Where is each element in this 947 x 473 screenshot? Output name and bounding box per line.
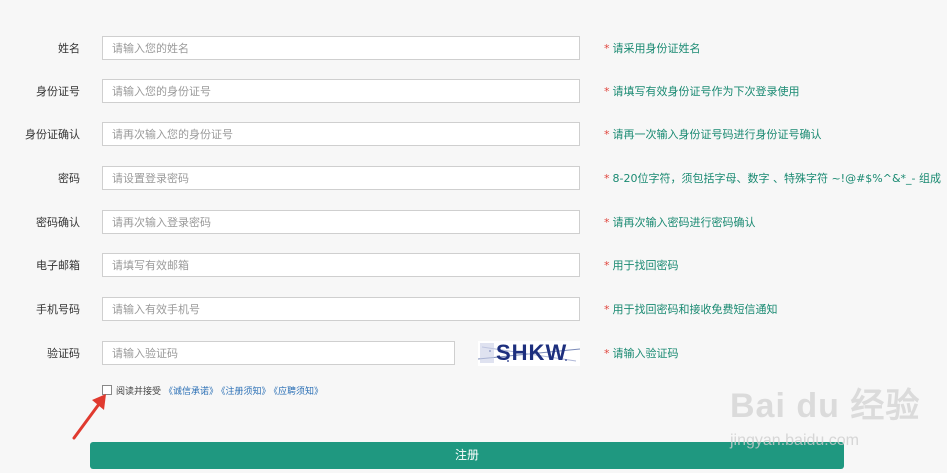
required-mark: * [604, 172, 610, 185]
agreement-row: 阅读并接受 《诚信承诺》 《注册须知》 《应聘须知》 [102, 384, 323, 398]
label-phone: 手机号码 [36, 303, 80, 316]
phone-input[interactable] [102, 297, 580, 321]
label-password-confirm: 密码确认 [36, 216, 80, 229]
row-password: 密码 * 8-20位字符，须包括字母、数字 、特殊字符 ~!@#$%^&*_- 组… [0, 166, 947, 192]
password-confirm-input[interactable] [102, 210, 580, 234]
captcha-input[interactable] [102, 341, 455, 365]
agree-text: 阅读并接受 [116, 387, 162, 397]
required-mark: * [604, 347, 610, 360]
hint-password-text: 8-20位字符，须包括字母、数字 、特殊字符 ~!@#$%^&*_- 组成 [612, 172, 942, 185]
label-captcha: 验证码 [47, 347, 80, 360]
link-registration-notice[interactable]: 《注册须知》 [221, 387, 271, 397]
hint-id-number-text: 请填写有效身份证号作为下次登录使用 [612, 85, 800, 98]
email-input[interactable] [102, 253, 580, 277]
hint-captcha-text: 请输入验证码 [612, 347, 679, 360]
required-mark: * [604, 303, 610, 316]
hint-id-confirm: * 请再一次输入身份证号码进行身份证号确认 [604, 126, 822, 142]
hint-phone-text: 用于找回密码和接收免费短信通知 [612, 303, 778, 316]
row-name: 姓名 *请采用身份证姓名 [0, 36, 947, 62]
hint-phone: * 用于找回密码和接收免费短信通知 [604, 301, 778, 317]
hint-password: * 8-20位字符，须包括字母、数字 、特殊字符 ~!@#$%^&*_- 组成 [604, 170, 941, 186]
id-number-input[interactable] [102, 79, 580, 103]
hint-captcha: * 请输入验证码 [604, 345, 679, 361]
row-phone: 手机号码 *用于找回密码和接收免费短信通知 [0, 297, 947, 323]
annotation-arrow-icon [72, 394, 106, 440]
hint-password-confirm: * 请再次输入密码进行密码确认 [604, 214, 756, 230]
row-id-confirm: 身份证确认 *请再一次输入身份证号码进行身份证号确认 [0, 122, 947, 148]
label-name: 姓名 [58, 42, 80, 55]
required-mark: * [604, 42, 610, 55]
hint-name: * 请采用身份证姓名 [604, 40, 701, 56]
link-application-notice[interactable]: 《应聘须知》 [274, 387, 324, 397]
captcha-image[interactable]: SHKW [478, 341, 580, 366]
label-password: 密码 [58, 172, 80, 185]
row-email: 电子邮箱 *用于找回密码 [0, 253, 947, 279]
hint-password-confirm-text: 请再次输入密码进行密码确认 [612, 216, 756, 229]
register-button[interactable]: 注册 [90, 442, 844, 469]
hint-email-text: 用于找回密码 [612, 259, 679, 272]
id-confirm-input[interactable] [102, 122, 580, 146]
row-password-confirm: 密码确认 * 请再次输入密码进行密码确认 [0, 210, 947, 236]
required-mark: * [604, 259, 610, 272]
hint-email: * 用于找回密码 [604, 257, 679, 273]
required-mark: * [604, 216, 610, 229]
hint-name-text: 请采用身份证姓名 [612, 42, 701, 55]
label-email: 电子邮箱 [36, 259, 80, 272]
required-mark: * [604, 128, 610, 141]
row-id-number: 身份证号 *请填写有效身份证号作为下次登录使用 [0, 79, 947, 105]
label-id-number: 身份证号 [36, 85, 80, 98]
hint-id-confirm-text: 请再一次输入身份证号码进行身份证号确认 [612, 128, 822, 141]
label-id-confirm: 身份证确认 [25, 128, 80, 141]
captcha-text: SHKW [496, 341, 568, 365]
link-integrity-pledge[interactable]: 《诚信承诺》 [164, 387, 218, 397]
required-mark: * [604, 85, 610, 98]
watermark-logo: Bai du 经验 [730, 387, 921, 425]
row-captcha: 验证码 SHKW *请输入验证码 [0, 341, 947, 367]
hint-id-number: * 请填写有效身份证号作为下次登录使用 [604, 83, 800, 99]
password-input[interactable] [102, 166, 580, 190]
name-input[interactable] [102, 36, 580, 60]
